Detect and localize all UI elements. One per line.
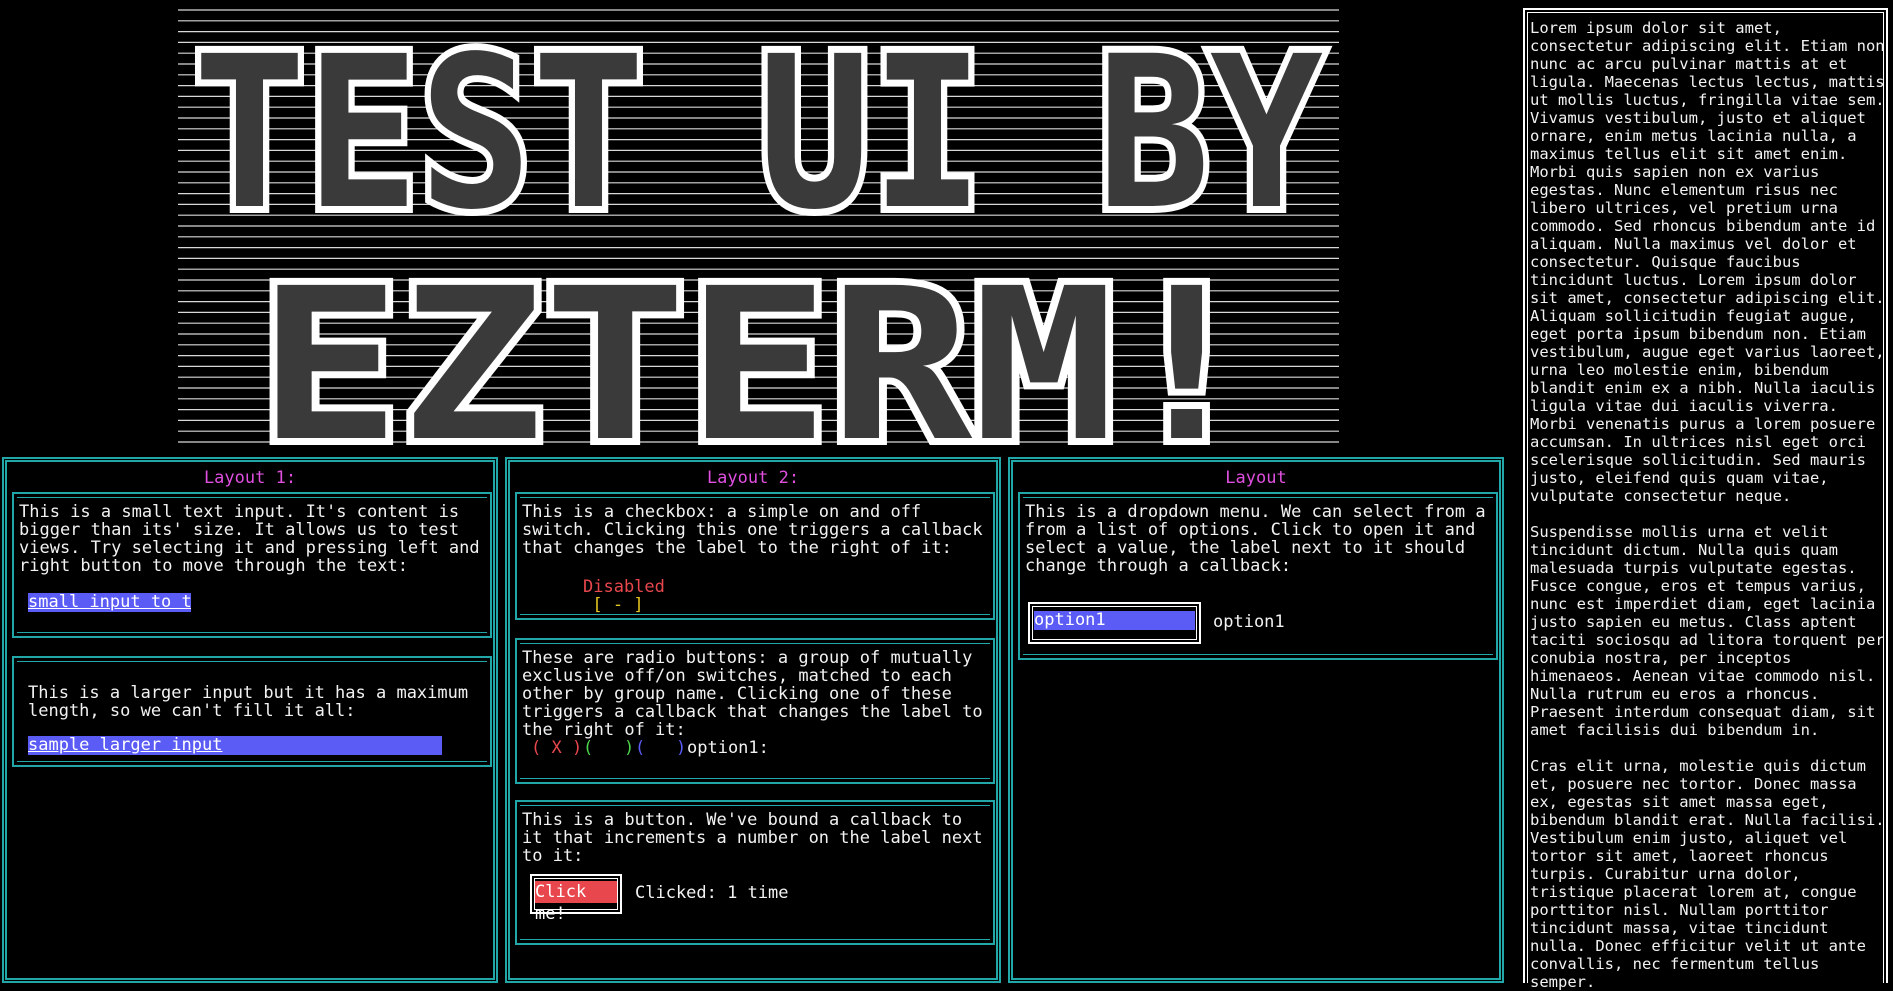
radio-3-close: ) — [676, 738, 687, 758]
button-description: This is a button. We've bound a callback… — [522, 810, 993, 866]
radio-description: These are radio buttons: a group of mutu… — [522, 648, 993, 740]
banner-line-1: TEST UI BY — [193, 11, 1323, 256]
radio-2-mark — [604, 738, 614, 758]
banner-line-2: EZTERM! — [258, 243, 1258, 450]
radio-option-1[interactable]: ( X ) — [531, 739, 582, 757]
dropdown-box: This is a dropdown menu. We can select f… — [1018, 492, 1498, 660]
large-input-box: This is a larger input but it has a maxi… — [12, 656, 492, 767]
dropdown-select[interactable]: option1 — [1034, 611, 1195, 630]
small-text-input[interactable]: small input to tes — [28, 593, 191, 612]
layout-2-title: Layout 2: — [706, 468, 800, 488]
layout-1-panel: Layout 1: This is a small text input. It… — [2, 457, 498, 983]
click-me-button[interactable]: Click me! — [535, 881, 617, 924]
radio-1-open: ( — [531, 738, 542, 758]
radio-3-open: ( — [635, 738, 646, 758]
checkbox-mark: - — [612, 595, 624, 615]
radio-option-3[interactable]: ( ) — [635, 739, 686, 757]
checkbox-open-bracket: [ — [592, 595, 603, 615]
checkbox-description: This is a checkbox: a simple on and off … — [522, 502, 993, 558]
radio-1-mark: X — [551, 738, 562, 758]
lorem-text-panel[interactable]: Lorem ipsum dolor sit amet, consectetur … — [1523, 8, 1888, 991]
large-text-input[interactable]: sample larger input — [28, 736, 442, 755]
layout-3-panel: Layout This is a dropdown menu. We can s… — [1008, 457, 1504, 983]
layout-2-panel: Layout 2: This is a checkbox: a simple o… — [505, 457, 1001, 983]
layout-1-title: Layout 1: — [203, 468, 297, 488]
radio-1-close: ) — [572, 738, 583, 758]
clicked-counter-label: Clicked: 1 time — [635, 883, 789, 903]
large-input-description: This is a larger input but it has a maxi… — [28, 683, 479, 721]
dropdown-selected-label: option1 — [1213, 612, 1285, 632]
radio-2-open: ( — [583, 738, 594, 758]
small-input-description: This is a small text input. It's content… — [19, 502, 490, 576]
checkbox-close-bracket: ] — [633, 595, 644, 615]
layout-3-title: Layout — [1225, 468, 1287, 488]
radio-2-close: ) — [624, 738, 635, 758]
checkbox-box: This is a checkbox: a simple on and off … — [515, 492, 995, 620]
radio-box: These are radio buttons: a group of mutu… — [515, 638, 995, 784]
radio-option-2[interactable]: ( ) — [583, 739, 634, 757]
radio-3-mark — [656, 738, 666, 758]
small-input-box: This is a small text input. It's content… — [12, 492, 492, 638]
title-banner: TEST UI BYEZTERM! — [178, 6, 1339, 450]
dropdown-description: This is a dropdown menu. We can select f… — [1025, 502, 1496, 576]
lorem-text: Lorem ipsum dolor sit amet, consectetur … — [1530, 19, 1885, 991]
button-box: This is a button. We've bound a callback… — [515, 800, 995, 945]
checkbox-label: Disabled — [583, 577, 665, 597]
radio-label: option1: — [687, 738, 769, 758]
